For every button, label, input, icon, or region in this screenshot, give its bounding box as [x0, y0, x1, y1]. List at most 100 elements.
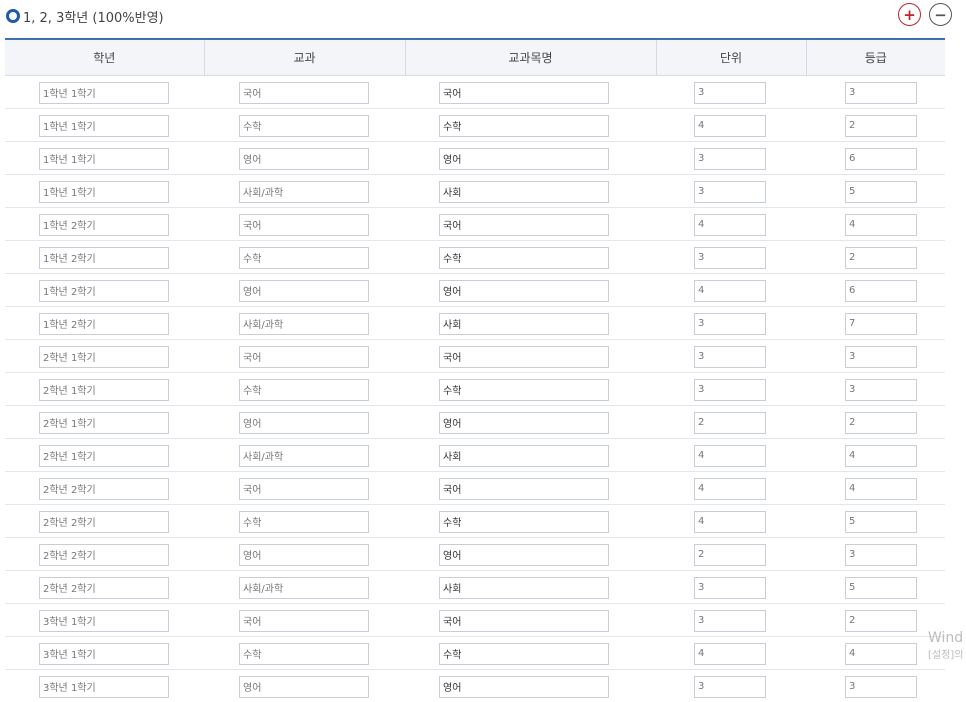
units-input[interactable] — [694, 411, 766, 434]
units-input[interactable] — [694, 444, 766, 467]
course-name-input[interactable] — [439, 444, 609, 467]
subject-input[interactable] — [239, 147, 369, 170]
course-name-input[interactable] — [439, 279, 609, 302]
subject-input[interactable] — [239, 345, 369, 368]
rank-input[interactable] — [845, 345, 917, 368]
course-name-input[interactable] — [439, 246, 609, 269]
rank-input[interactable] — [845, 477, 917, 500]
subject-input[interactable] — [239, 444, 369, 467]
units-input[interactable] — [694, 675, 766, 698]
subject-input[interactable] — [239, 81, 369, 104]
grade-year-input[interactable] — [39, 642, 169, 665]
rank-input[interactable] — [845, 675, 917, 698]
subject-input[interactable] — [239, 213, 369, 236]
subject-input[interactable] — [239, 246, 369, 269]
remove-row-button[interactable]: − — [929, 3, 952, 26]
course-name-input[interactable] — [439, 114, 609, 137]
course-name-input[interactable] — [439, 345, 609, 368]
rank-input[interactable] — [845, 543, 917, 566]
rank-input[interactable] — [845, 180, 917, 203]
units-input[interactable] — [694, 180, 766, 203]
course-name-input[interactable] — [439, 411, 609, 434]
course-name-input[interactable] — [439, 147, 609, 170]
rank-input[interactable] — [845, 213, 917, 236]
subject-input[interactable] — [239, 114, 369, 137]
subject-input[interactable] — [239, 609, 369, 632]
table-cell — [204, 174, 405, 208]
subject-input[interactable] — [239, 312, 369, 335]
course-name-input[interactable] — [439, 675, 609, 698]
rank-input[interactable] — [845, 378, 917, 401]
course-name-input[interactable] — [439, 576, 609, 599]
table-cell — [656, 438, 806, 472]
grade-year-input[interactable] — [39, 510, 169, 533]
subject-input[interactable] — [239, 510, 369, 533]
grade-year-input[interactable] — [39, 378, 169, 401]
units-input[interactable] — [694, 345, 766, 368]
rank-input[interactable] — [845, 576, 917, 599]
units-input[interactable] — [694, 213, 766, 236]
rank-input[interactable] — [845, 81, 917, 104]
rank-input[interactable] — [845, 609, 917, 632]
subject-input[interactable] — [239, 378, 369, 401]
subject-input[interactable] — [239, 477, 369, 500]
rank-input[interactable] — [845, 312, 917, 335]
course-name-input[interactable] — [439, 642, 609, 665]
rank-input[interactable] — [845, 246, 917, 269]
grade-year-input[interactable] — [39, 609, 169, 632]
course-name-input[interactable] — [439, 180, 609, 203]
grade-year-input[interactable] — [39, 114, 169, 137]
subject-input[interactable] — [239, 411, 369, 434]
units-input[interactable] — [694, 477, 766, 500]
course-name-input[interactable] — [439, 543, 609, 566]
grade-year-input[interactable] — [39, 543, 169, 566]
grade-year-input[interactable] — [39, 279, 169, 302]
grade-year-input[interactable] — [39, 213, 169, 236]
subject-input[interactable] — [239, 576, 369, 599]
rank-input[interactable] — [845, 642, 917, 665]
units-input[interactable] — [694, 543, 766, 566]
subject-input[interactable] — [239, 543, 369, 566]
course-name-input[interactable] — [439, 213, 609, 236]
units-input[interactable] — [694, 147, 766, 170]
grade-year-input[interactable] — [39, 675, 169, 698]
grade-year-input[interactable] — [39, 81, 169, 104]
add-row-button[interactable]: + — [898, 3, 921, 26]
subject-input[interactable] — [239, 642, 369, 665]
course-name-input[interactable] — [439, 477, 609, 500]
course-name-input[interactable] — [439, 81, 609, 104]
units-input[interactable] — [694, 81, 766, 104]
units-input[interactable] — [694, 609, 766, 632]
subject-input[interactable] — [239, 180, 369, 203]
grade-year-input[interactable] — [39, 444, 169, 467]
rank-input[interactable] — [845, 444, 917, 467]
rank-input[interactable] — [845, 279, 917, 302]
units-input[interactable] — [694, 114, 766, 137]
grade-year-input[interactable] — [39, 576, 169, 599]
grade-year-input[interactable] — [39, 147, 169, 170]
subject-input[interactable] — [239, 675, 369, 698]
course-name-input[interactable] — [439, 378, 609, 401]
grade-year-input[interactable] — [39, 477, 169, 500]
rank-input[interactable] — [845, 114, 917, 137]
rank-input[interactable] — [845, 510, 917, 533]
subject-input[interactable] — [239, 279, 369, 302]
course-name-input[interactable] — [439, 312, 609, 335]
course-name-input[interactable] — [439, 609, 609, 632]
units-input[interactable] — [694, 378, 766, 401]
rank-input[interactable] — [845, 411, 917, 434]
grade-year-input[interactable] — [39, 180, 169, 203]
page: 1, 2, 3학년 (100%반영) + − 학년 교과 교과목명 단위 등급 … — [0, 0, 966, 702]
units-input[interactable] — [694, 279, 766, 302]
units-input[interactable] — [694, 510, 766, 533]
rank-input[interactable] — [845, 147, 917, 170]
units-input[interactable] — [694, 576, 766, 599]
units-input[interactable] — [694, 312, 766, 335]
units-input[interactable] — [694, 246, 766, 269]
course-name-input[interactable] — [439, 510, 609, 533]
grade-year-input[interactable] — [39, 411, 169, 434]
grade-year-input[interactable] — [39, 246, 169, 269]
grade-year-input[interactable] — [39, 312, 169, 335]
grade-year-input[interactable] — [39, 345, 169, 368]
units-input[interactable] — [694, 642, 766, 665]
